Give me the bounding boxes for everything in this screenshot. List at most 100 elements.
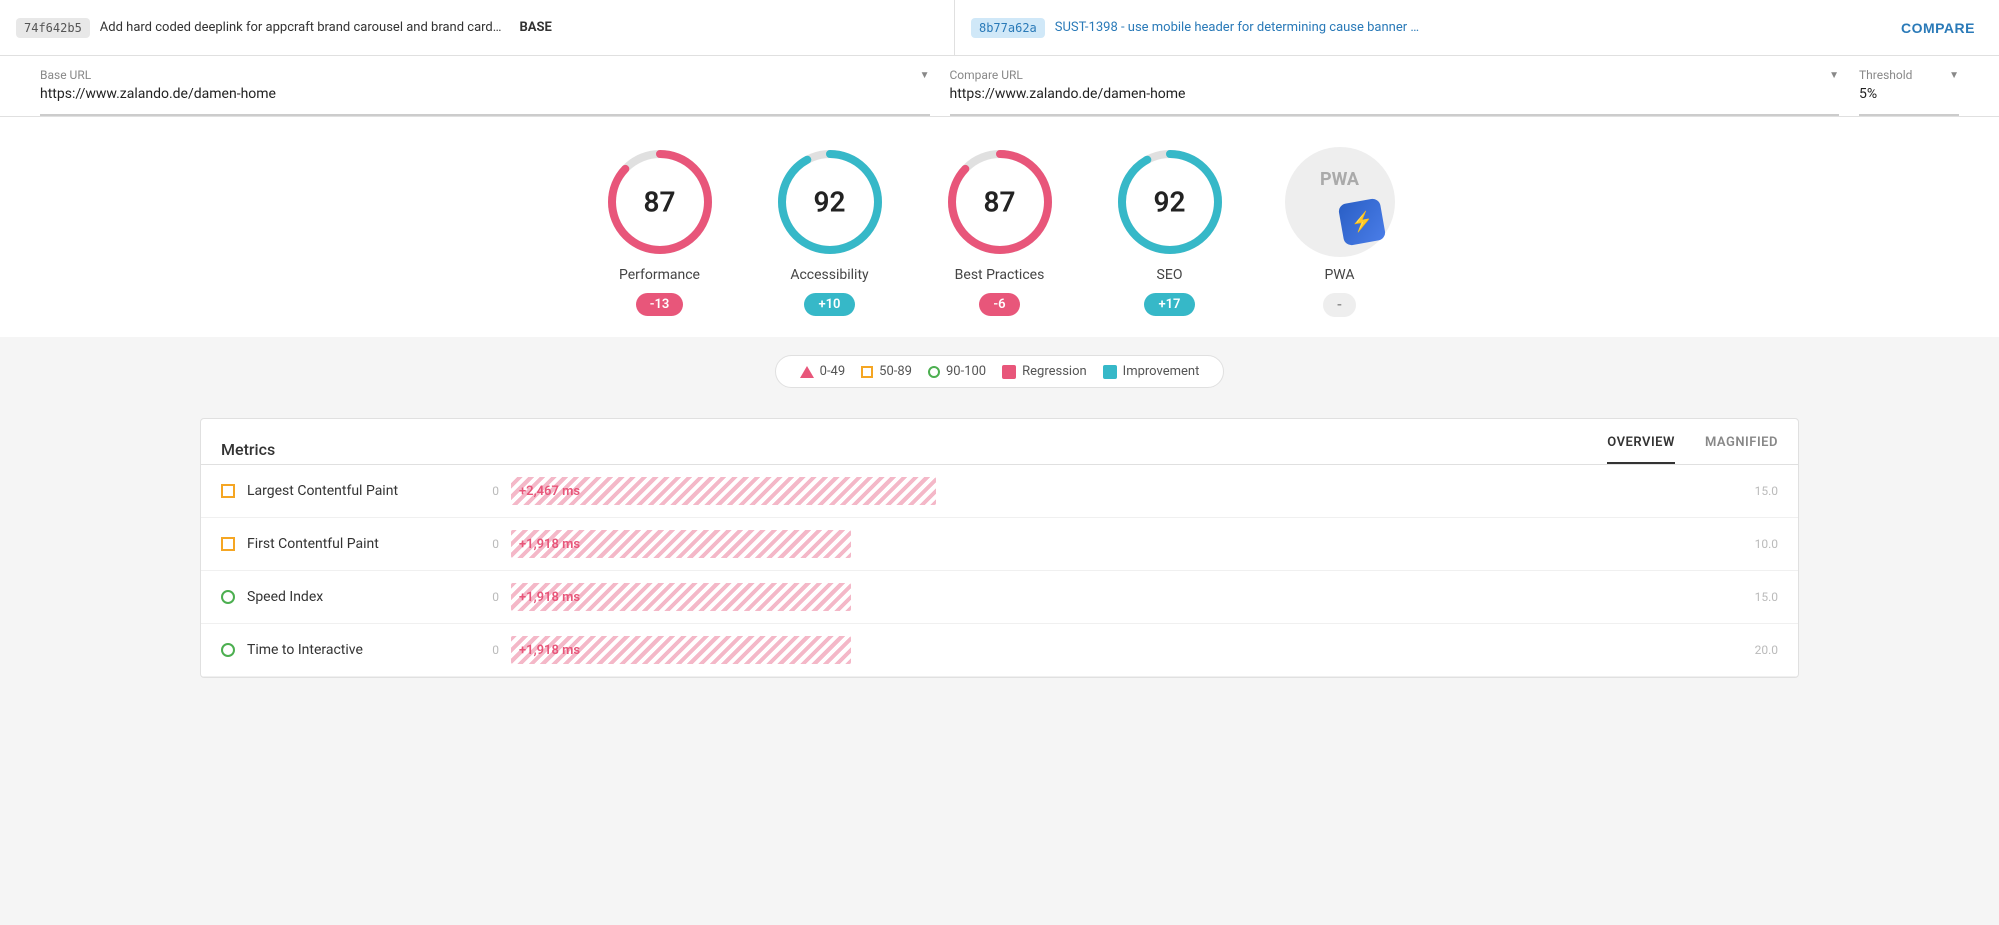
metric-max: 15.0 bbox=[1738, 484, 1778, 498]
metric-row: Time to Interactive 0 +1,918 ms 20.0 bbox=[201, 624, 1798, 677]
triangle-icon bbox=[800, 366, 814, 378]
score-number-best-practices: 87 bbox=[984, 186, 1016, 219]
compare-commit-info: 8b77a62a SUST-1398 - use mobile header f… bbox=[971, 18, 1893, 38]
score-item-seo: 92 SEO +17 bbox=[1115, 147, 1225, 317]
metric-row: First Contentful Paint 0 +1,918 ms 10.0 bbox=[201, 518, 1798, 571]
metric-max: 10.0 bbox=[1738, 537, 1778, 551]
metric-max: 20.0 bbox=[1738, 643, 1778, 657]
base-url-value: https://www.zalando.de/damen-home bbox=[40, 86, 930, 102]
threshold-dropdown-arrow[interactable]: ▼ bbox=[1949, 70, 1959, 81]
score-badge-seo: +17 bbox=[1144, 293, 1194, 316]
base-label: BASE bbox=[519, 20, 551, 35]
metrics-card: Metrics OVERVIEW MAGNIFIED Largest Conten… bbox=[200, 418, 1799, 678]
metrics-title: Metrics bbox=[221, 440, 1607, 459]
metric-name: First Contentful Paint bbox=[247, 536, 467, 552]
score-circle-performance: 87 bbox=[605, 147, 715, 257]
legend-90-100: 90-100 bbox=[928, 364, 986, 379]
pwa-lightning-icon bbox=[1337, 198, 1386, 247]
compare-url-section: Compare URL ▼ https://www.zalando.de/dam… bbox=[950, 68, 1840, 116]
legend-improvement: Improvement bbox=[1103, 364, 1200, 379]
pwa-text-icon: PWA bbox=[1320, 169, 1359, 190]
metric-bar: +1,918 ms bbox=[511, 583, 851, 611]
score-label-pwa: PWA bbox=[1324, 267, 1354, 283]
score-number-seo: 92 bbox=[1154, 186, 1186, 219]
score-badge-best-practices: -6 bbox=[979, 293, 1019, 316]
metric-bar: +1,918 ms bbox=[511, 530, 851, 558]
improvement-icon bbox=[1103, 365, 1117, 379]
score-badge-performance: -13 bbox=[636, 293, 684, 316]
legend-0-49: 0-49 bbox=[800, 364, 846, 379]
metric-bar-label: +1,918 ms bbox=[519, 643, 580, 658]
legend-50-89: 50-89 bbox=[861, 364, 912, 379]
compare-url-dropdown-arrow[interactable]: ▼ bbox=[1829, 70, 1839, 81]
legend-regression: Regression bbox=[1002, 364, 1087, 379]
metrics-header: Metrics OVERVIEW MAGNIFIED bbox=[201, 419, 1798, 465]
metric-bar: +1,918 ms bbox=[511, 636, 851, 664]
regression-icon bbox=[1002, 365, 1016, 379]
score-label-performance: Performance bbox=[619, 267, 700, 283]
base-url-label: Base URL ▼ bbox=[40, 68, 930, 82]
metric-bar-wrap: +2,467 ms bbox=[511, 477, 1726, 505]
top-bar: 74f642b5 Add hard coded deeplink for app… bbox=[0, 0, 1999, 56]
metric-bar-wrap: +1,918 ms bbox=[511, 583, 1726, 611]
metric-icon-square bbox=[221, 484, 235, 498]
pwa-icon-wrap: PWA bbox=[1285, 147, 1395, 257]
metrics-tab-magnified[interactable]: MAGNIFIED bbox=[1705, 435, 1778, 464]
metric-icon-square bbox=[221, 537, 235, 551]
metric-bar-wrap: +1,918 ms bbox=[511, 530, 1726, 558]
circle-icon bbox=[928, 366, 940, 378]
score-label-accessibility: Accessibility bbox=[790, 267, 868, 283]
base-url-section: Base URL ▼ https://www.zalando.de/damen-… bbox=[40, 68, 930, 116]
score-item-best-practices: 87 Best Practices -6 bbox=[945, 147, 1055, 317]
metric-row: Largest Contentful Paint 0 +2,467 ms 15.… bbox=[201, 465, 1798, 518]
legend-area: 0-49 50-89 90-100 Regression Improvement bbox=[0, 337, 1999, 398]
metric-bar-label: +2,467 ms bbox=[519, 484, 580, 499]
compare-hash: 8b77a62a bbox=[971, 18, 1045, 38]
metric-row: Speed Index 0 +1,918 ms 15.0 bbox=[201, 571, 1798, 624]
square-icon bbox=[861, 366, 873, 378]
score-label-best-practices: Best Practices bbox=[955, 267, 1045, 283]
score-circle-seo: 92 bbox=[1115, 147, 1225, 257]
metrics-rows: Largest Contentful Paint 0 +2,467 ms 15.… bbox=[201, 465, 1798, 677]
base-url-dropdown-arrow[interactable]: ▼ bbox=[920, 70, 930, 81]
metric-name: Speed Index bbox=[247, 589, 467, 605]
top-bar-divider bbox=[954, 0, 955, 56]
score-badge-pwa: - bbox=[1323, 293, 1356, 317]
threshold-label: Threshold ▼ bbox=[1859, 68, 1959, 82]
compare-button[interactable]: COMPARE bbox=[1893, 20, 1983, 36]
threshold-value: 5% bbox=[1859, 86, 1959, 102]
metric-zero: 0 bbox=[479, 484, 499, 498]
metric-zero: 0 bbox=[479, 643, 499, 657]
metric-icon-circle bbox=[221, 590, 235, 604]
base-message: Add hard coded deeplink for appcraft bra… bbox=[100, 20, 502, 35]
compare-url-value: https://www.zalando.de/damen-home bbox=[950, 86, 1840, 102]
url-row: Base URL ▼ https://www.zalando.de/damen-… bbox=[0, 56, 1999, 117]
metric-icon-circle bbox=[221, 643, 235, 657]
metric-bar-label: +1,918 ms bbox=[519, 590, 580, 605]
metric-bar: +2,467 ms bbox=[511, 477, 936, 505]
scores-area: 87 Performance -13 92 Accessibility +10 … bbox=[0, 117, 1999, 337]
metrics-tab-overview[interactable]: OVERVIEW bbox=[1607, 435, 1675, 464]
metric-name: Largest Contentful Paint bbox=[247, 483, 467, 499]
metric-bar-label: +1,918 ms bbox=[519, 537, 580, 552]
score-item-performance: 87 Performance -13 bbox=[605, 147, 715, 317]
compare-url-label: Compare URL ▼ bbox=[950, 68, 1840, 82]
metric-name: Time to Interactive bbox=[247, 642, 467, 658]
metric-bar-wrap: +1,918 ms bbox=[511, 636, 1726, 664]
metrics-wrap: Metrics OVERVIEW MAGNIFIED Largest Conten… bbox=[0, 398, 1999, 718]
metric-zero: 0 bbox=[479, 590, 499, 604]
base-hash: 74f642b5 bbox=[16, 18, 90, 38]
score-number-accessibility: 92 bbox=[814, 186, 846, 219]
score-number-performance: 87 bbox=[644, 186, 676, 219]
score-circle-accessibility: 92 bbox=[775, 147, 885, 257]
metrics-tabs: OVERVIEW MAGNIFIED bbox=[1607, 435, 1778, 464]
score-item-pwa: PWA PWA - bbox=[1285, 147, 1395, 317]
score-badge-accessibility: +10 bbox=[804, 293, 854, 316]
legend-pill: 0-49 50-89 90-100 Regression Improvement bbox=[775, 355, 1225, 388]
base-commit-info: 74f642b5 Add hard coded deeplink for app… bbox=[16, 18, 938, 38]
score-item-accessibility: 92 Accessibility +10 bbox=[775, 147, 885, 317]
score-label-seo: SEO bbox=[1157, 267, 1183, 283]
compare-message: SUST-1398 - use mobile header for determ… bbox=[1055, 20, 1419, 35]
threshold-section: Threshold ▼ 5% bbox=[1859, 68, 1959, 116]
metric-zero: 0 bbox=[479, 537, 499, 551]
